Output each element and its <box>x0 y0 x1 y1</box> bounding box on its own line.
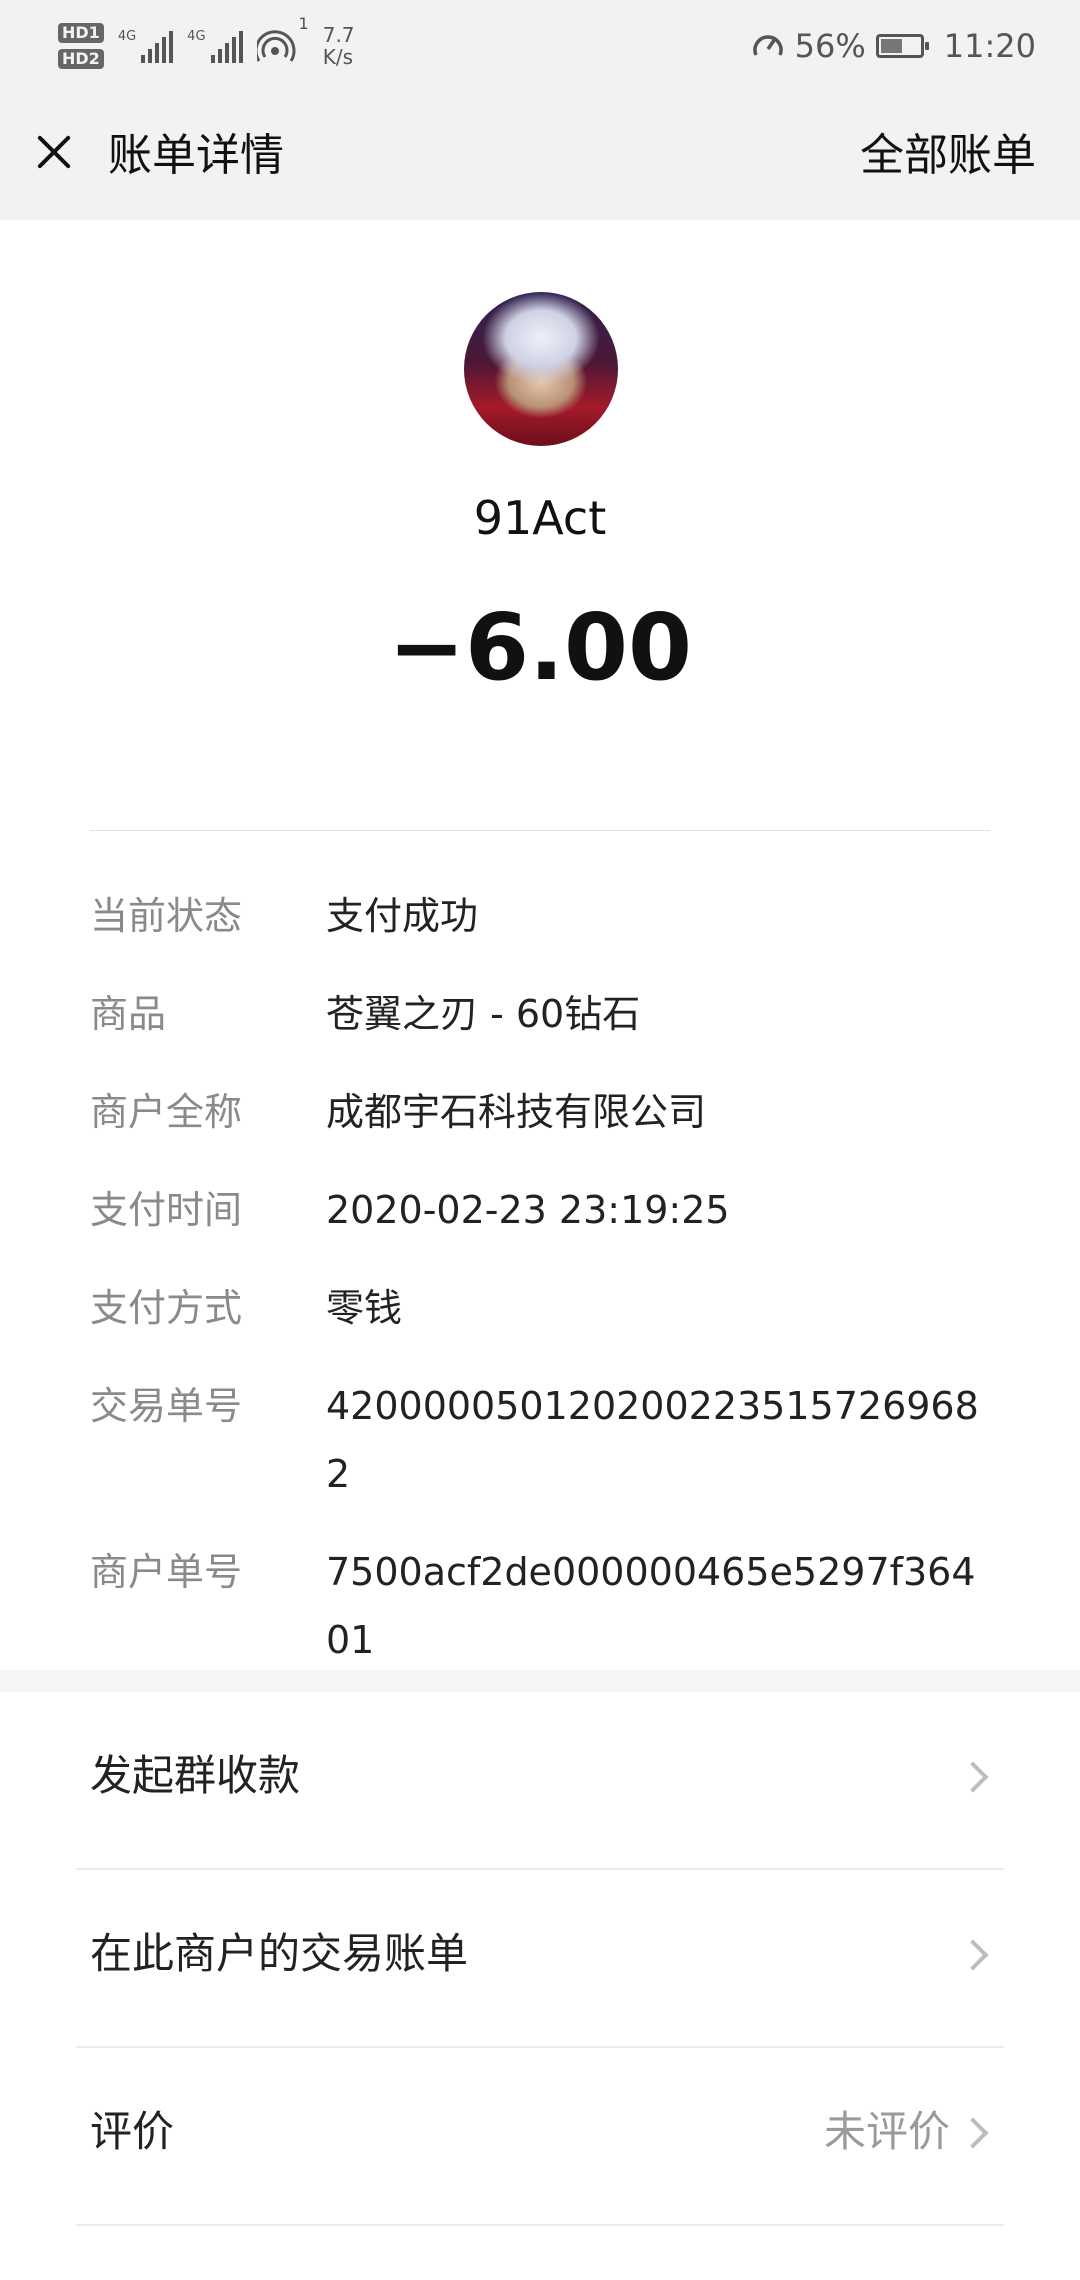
status-left: HD1 HD2 4G 4G 1 7.7 K/s <box>58 14 355 78</box>
detail-label: 商户单号 <box>90 1550 243 1594</box>
action-list: 发起群收款 在此商户的交易账单 评价 未评价 <box>76 1692 1004 2226</box>
merchant-name: 91Act <box>473 491 607 545</box>
merchant-avatar <box>464 292 618 446</box>
action-label: 发起群收款 <box>90 1751 301 1800</box>
detail-row-status: 当前状态 支付成功 <box>90 890 995 950</box>
detail-label: 商户全称 <box>90 1090 243 1134</box>
detail-label: 当前状态 <box>90 894 243 938</box>
close-icon[interactable] <box>32 130 76 174</box>
chevron-right-icon <box>957 1939 989 1971</box>
network-type-label: 4G <box>187 29 206 44</box>
signal-icon-sim2: 4G <box>187 29 243 63</box>
rating-status: 未评价 <box>823 2107 950 2156</box>
nav-bar: 账单详情 全部账单 <box>0 92 1080 220</box>
detail-row-product: 商品 苍翼之刃 - 60钻石 <box>90 988 995 1048</box>
battery-icon <box>875 34 929 58</box>
detail-label: 交易单号 <box>90 1384 243 1428</box>
detail-row-merchant-full-name: 商户全称 成都宇石科技有限公司 <box>90 1086 995 1146</box>
speedometer-icon <box>752 35 783 56</box>
group-collection-item[interactable]: 发起群收款 <box>76 1692 1004 1870</box>
battery-fill <box>880 39 902 53</box>
detail-value: 苍翼之刃 - 60钻石 <box>326 992 641 1036</box>
detail-list: 当前状态 支付成功 商品 苍翼之刃 - 60钻石 商户全称 成都宇石科技有限公司… <box>90 890 995 1674</box>
battery-percent: 56% <box>794 27 866 65</box>
action-label: 评价 <box>90 2107 175 2156</box>
status-bar: HD1 HD2 4G 4G 1 7.7 K/s 56% 11:20 <box>0 0 1080 92</box>
page-title: 账单详情 <box>108 130 284 181</box>
detail-value: 2020-02-23 23:19:25 <box>326 1188 730 1232</box>
detail-label: 支付时间 <box>90 1188 243 1232</box>
all-bills-button[interactable]: 全部账单 <box>860 128 1036 184</box>
detail-label: 支付方式 <box>90 1286 243 1330</box>
divider <box>90 830 990 831</box>
detail-value: 4200000501202002235157269682 <box>326 1384 979 1496</box>
hd1-badge: HD1 <box>58 23 104 43</box>
chevron-right-icon <box>957 1761 989 1793</box>
detail-value: 成都宇石科技有限公司 <box>326 1090 707 1134</box>
clock: 11:20 <box>943 27 1036 65</box>
signal-icon-sim1: 4G <box>117 29 174 63</box>
merchant-bills-item[interactable]: 在此商户的交易账单 <box>76 1870 1004 2048</box>
network-type-label: 4G <box>117 29 137 44</box>
hd-indicators: HD1 HD2 <box>58 23 104 69</box>
detail-label: 商品 <box>90 992 167 1036</box>
section-separator <box>0 1670 1080 1692</box>
hotspot-count: 1 <box>298 14 309 33</box>
net-speed-value: 7.7 <box>322 23 355 47</box>
rating-item[interactable]: 评价 未评价 <box>76 2048 1004 2226</box>
action-label: 在此商户的交易账单 <box>90 1929 469 1978</box>
net-speed-unit: K/s <box>322 45 353 69</box>
detail-row-merchant-order-id: 商户单号 7500acf2de000000465e5297f36401 <box>90 1546 995 1674</box>
status-right: 56% 11:20 <box>751 18 1036 74</box>
hd2-badge: HD2 <box>58 49 104 69</box>
detail-value: 零钱 <box>326 1286 403 1330</box>
detail-value: 7500acf2de000000465e5297f36401 <box>326 1550 976 1662</box>
net-speed: 7.7 K/s <box>323 24 355 68</box>
detail-row-transaction-id: 交易单号 4200000501202002235157269682 <box>90 1380 995 1508</box>
chevron-right-icon <box>957 2117 989 2149</box>
hotspot-icon <box>256 30 296 62</box>
detail-row-payment-method: 支付方式 零钱 <box>90 1282 995 1342</box>
transaction-amount: −6.00 <box>387 594 693 701</box>
detail-value: 支付成功 <box>326 894 479 938</box>
detail-row-payment-time: 支付时间 2020-02-23 23:19:25 <box>90 1184 995 1244</box>
